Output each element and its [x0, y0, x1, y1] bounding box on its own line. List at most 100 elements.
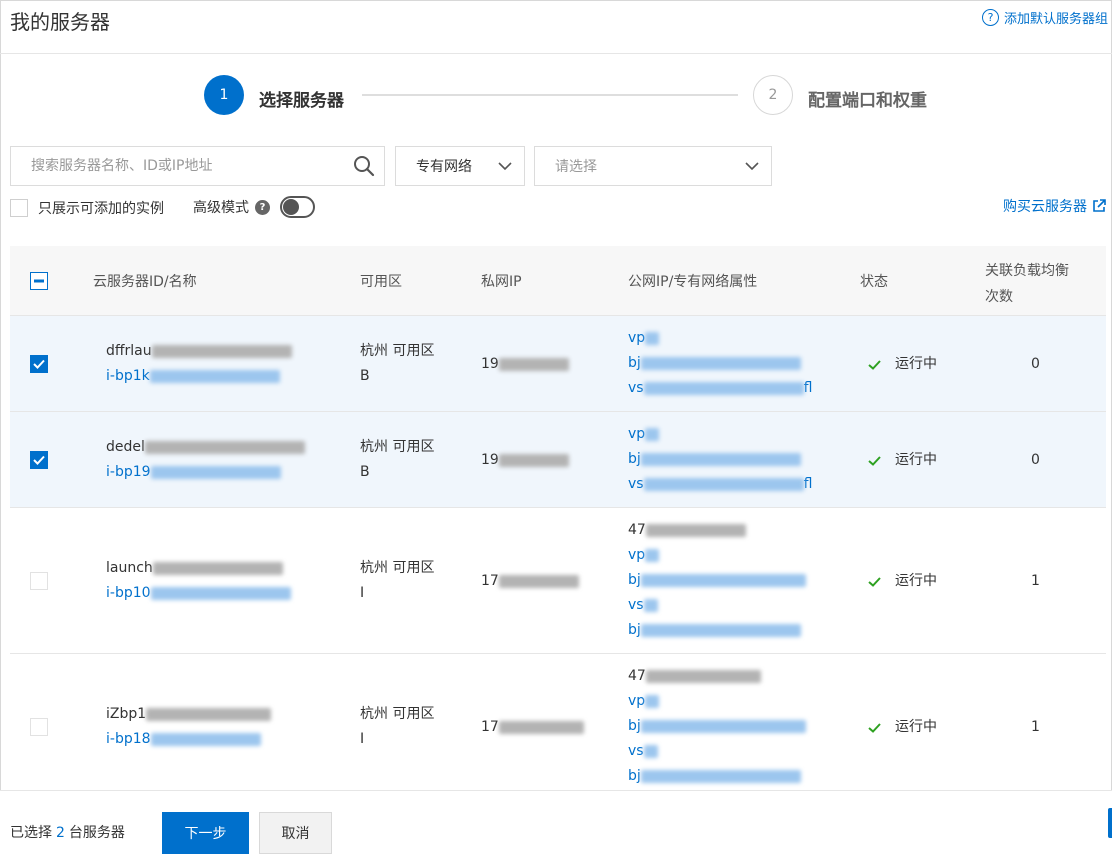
network-type-select[interactable]: 专有网络: [395, 146, 525, 186]
server-name-line: dedel: [106, 435, 305, 460]
buy-ecs-label: 购买云服务器: [1003, 199, 1087, 215]
public-ip: 47: [628, 668, 646, 684]
bj-id: bj: [628, 718, 641, 734]
vpc-link[interactable]: vp: [628, 689, 806, 714]
bj-id: bj: [628, 355, 641, 371]
server-name: dffrlau: [106, 343, 152, 359]
only-available-option[interactable]: 只展示可添加的实例: [10, 198, 164, 218]
row-checkbox[interactable]: [30, 355, 48, 373]
table-row[interactable]: dedel i-bp19 杭州 可用区 B 19 vp bj vs fl 运行中 …: [10, 412, 1106, 508]
masked-text: [150, 586, 291, 600]
bj-link[interactable]: bj: [628, 764, 806, 789]
masked-text: [645, 427, 660, 441]
only-available-label: 只展示可添加的实例: [38, 201, 164, 217]
vpc-select[interactable]: 请选择: [534, 146, 772, 186]
vpc-id: vp: [628, 693, 646, 709]
server-id-link[interactable]: i-bp10: [106, 581, 291, 606]
masked-text: [146, 707, 272, 721]
zone-letter: I: [360, 731, 365, 747]
row-checkbox[interactable]: [30, 718, 48, 736]
vs-link[interactable]: vs fl: [628, 472, 812, 497]
step-2-label: 配置端口和权重: [808, 91, 927, 111]
lb-count: 0: [1031, 452, 1040, 468]
step-1-label: 选择服务器: [259, 91, 344, 111]
buy-ecs-link[interactable]: 购买云服务器: [1003, 196, 1106, 216]
server-name-line: launch: [106, 556, 291, 581]
row-checkbox[interactable]: [30, 572, 48, 590]
bj-link[interactable]: bj: [628, 618, 806, 643]
private-ip-cell: 19: [481, 448, 569, 473]
chevron-down-icon: [498, 161, 512, 170]
masked-text: [645, 523, 746, 537]
masked-text: [151, 344, 292, 358]
step-1-circle: 1: [204, 75, 244, 115]
zone-cell: 杭州 可用区 I: [360, 556, 434, 606]
vs-id: vs: [628, 597, 644, 613]
vswitch-link[interactable]: bj: [628, 568, 806, 593]
check-icon: [33, 455, 45, 465]
server-id-link[interactable]: i-bp1k: [106, 364, 292, 389]
private-ip: 17: [481, 573, 499, 589]
table-row[interactable]: iZbp1 i-bp18 杭州 可用区 I 17 47 vp bj vs bj …: [10, 654, 1106, 790]
question-icon[interactable]: ?: [255, 199, 270, 215]
status-cell: 运行中: [868, 569, 937, 594]
masked-text: [150, 732, 261, 746]
header-status: 状态: [860, 274, 888, 290]
vpc-id: vp: [628, 330, 646, 346]
header: 我的服务器 ? 添加默认服务器组: [0, 0, 1112, 54]
selected-suffix: 台服务器: [68, 825, 125, 841]
vpc-link[interactable]: vp: [628, 543, 806, 568]
masked-text: [498, 357, 569, 371]
page-title: 我的服务器: [10, 10, 110, 34]
server-id: i-bp18: [106, 731, 151, 747]
floating-side-tab[interactable]: [1108, 808, 1112, 838]
select-all-checkbox[interactable]: [30, 272, 48, 290]
table-row[interactable]: dffrlau i-bp1k 杭州 可用区 B 19 vp bj vs fl 运行…: [10, 316, 1106, 412]
server-name-cell: dffrlau i-bp1k: [106, 339, 292, 389]
selected-prefix: 已选择: [10, 825, 52, 841]
server-id: i-bp10: [106, 585, 151, 601]
private-ip: 19: [481, 452, 499, 468]
masked-text: [640, 452, 801, 466]
masked-text: [152, 561, 283, 575]
table-header: 云服务器ID/名称 可用区 私网IP 公网IP/专有网络属性 状态 关联负载均衡…: [10, 246, 1106, 316]
zone-letter: B: [360, 464, 370, 480]
server-id: i-bp1k: [106, 368, 150, 384]
next-button[interactable]: 下一步: [162, 812, 249, 854]
table-row[interactable]: launch i-bp10 杭州 可用区 I 17 47 vp bj vs bj…: [10, 508, 1106, 654]
question-circle-icon: ?: [981, 9, 999, 26]
search-icon[interactable]: [344, 147, 384, 185]
only-available-checkbox[interactable]: [10, 199, 28, 217]
vs-link[interactable]: vs: [628, 593, 806, 618]
server-name-cell: iZbp1 i-bp18: [106, 702, 272, 752]
advanced-mode-toggle[interactable]: [280, 196, 315, 218]
external-link-icon: [1093, 199, 1106, 212]
cancel-button[interactable]: 取消: [259, 812, 332, 854]
selection-summary: 已选择 2 台服务器: [10, 822, 125, 842]
server-id-link[interactable]: i-bp19: [106, 460, 305, 485]
advanced-mode-option: 高级模式 ?: [193, 196, 315, 218]
add-default-server-group-link[interactable]: ? 添加默认服务器组: [981, 8, 1108, 27]
vpc-link[interactable]: vp: [628, 422, 812, 447]
bj-id: bj: [628, 451, 641, 467]
private-ip-cell: 19: [481, 352, 569, 377]
masked-text: [144, 440, 305, 454]
vs-link[interactable]: vs: [628, 739, 806, 764]
vswitch-link[interactable]: bj: [628, 351, 812, 376]
vswitch-link[interactable]: bj: [628, 447, 812, 472]
public-ip-cell: vp bj vs fl: [628, 422, 812, 497]
check-icon: [868, 359, 881, 370]
vpc-link[interactable]: vp: [628, 326, 812, 351]
check-icon: [868, 722, 881, 733]
server-id-link[interactable]: i-bp18: [106, 727, 271, 752]
bj-id: bj: [628, 572, 641, 588]
toggle-knob: [283, 199, 299, 215]
header-zone: 可用区: [360, 274, 402, 290]
vswitch-link[interactable]: bj: [628, 714, 806, 739]
zone-letter: B: [360, 368, 370, 384]
search-input[interactable]: [11, 147, 344, 185]
row-checkbox[interactable]: [30, 451, 48, 469]
vs-link[interactable]: vs fl: [628, 376, 812, 401]
masked-text: [640, 356, 801, 370]
public-ip-cell: 47 vp bj vs bj: [628, 664, 806, 789]
